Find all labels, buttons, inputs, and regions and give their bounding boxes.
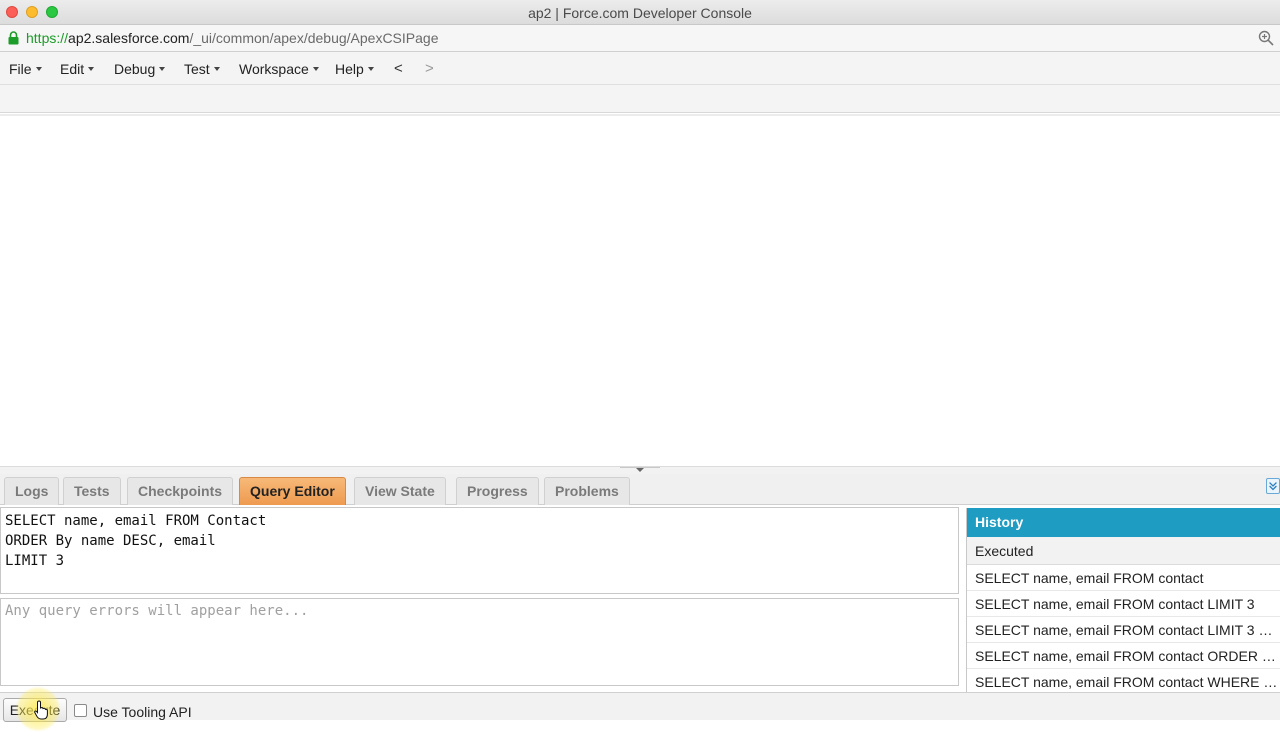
menu-debug[interactable]: Debug <box>114 61 166 77</box>
menu-help-label: Help <box>335 61 364 77</box>
history-item[interactable]: SELECT name, email FROM contact LIMIT 3 … <box>967 617 1280 643</box>
panel-splitter[interactable] <box>0 466 1280 474</box>
menu-edit-label: Edit <box>60 61 85 77</box>
window-titlebar: ap2 | Force.com Developer Console <box>0 0 1280 25</box>
collapse-panel-icon[interactable] <box>1266 478 1280 494</box>
query-input[interactable]: SELECT name, email FROM Contact ORDER By… <box>0 507 959 594</box>
address-bar[interactable]: https://ap2.salesforce.com/_ui/common/ap… <box>0 25 1280 52</box>
chevron-down-icon <box>367 67 374 72</box>
chevron-down-icon <box>312 67 319 72</box>
query-line: SELECT name, email FROM Contact <box>5 513 267 529</box>
query-line: LIMIT 3 <box>5 553 65 569</box>
chevron-down-icon <box>159 67 166 72</box>
chevron-down-icon <box>35 67 42 72</box>
url-text[interactable]: https://ap2.salesforce.com/_ui/common/ap… <box>26 30 438 46</box>
lock-icon <box>8 31 19 45</box>
menu-file-label: File <box>9 61 32 77</box>
tab-view-state[interactable]: View State <box>354 477 446 505</box>
chevron-down-icon <box>88 67 95 72</box>
editor-workspace[interactable] <box>0 116 1280 466</box>
hand-cursor-icon <box>34 700 48 720</box>
splitter-handle-icon[interactable] <box>620 467 660 473</box>
query-errors-output: Any query errors will appear here... <box>0 598 959 686</box>
tab-checkpoints[interactable]: Checkpoints <box>127 477 234 505</box>
tab-problems[interactable]: Problems <box>544 477 630 505</box>
bottom-panel-tabs: Logs Tests Checkpoints Query Editor View… <box>0 474 1280 505</box>
tab-logs[interactable]: Logs <box>4 477 60 505</box>
tab-progress[interactable]: Progress <box>456 477 539 505</box>
history-item[interactable]: SELECT name, email FROM contact ORDER BY… <box>967 643 1280 669</box>
history-item[interactable]: SELECT name, email FROM contact LIMIT 3 <box>967 591 1280 617</box>
window-title: ap2 | Force.com Developer Console <box>528 5 752 21</box>
menu-help[interactable]: Help <box>335 61 374 77</box>
menu-workspace-label: Workspace <box>239 61 309 77</box>
history-subheader: Executed <box>967 537 1280 565</box>
menu-file[interactable]: File <box>9 61 42 77</box>
query-line: ORDER By name DESC, email <box>5 533 216 549</box>
menu-debug-label: Debug <box>114 61 156 77</box>
url-scheme: https:// <box>26 30 69 46</box>
editor-toolbar <box>0 85 1280 113</box>
menu-bar: File Edit Debug Test Workspace Help < > <box>0 52 1280 85</box>
back-button[interactable]: < <box>394 60 403 77</box>
url-host: ap2.salesforce.com <box>68 30 190 46</box>
menu-edit[interactable]: Edit <box>60 61 95 77</box>
menu-test[interactable]: Test <box>184 61 220 77</box>
history-title: History <box>967 508 1280 537</box>
zoom-icon[interactable] <box>1258 30 1274 46</box>
menu-workspace[interactable]: Workspace <box>239 61 319 77</box>
chevron-down-icon <box>213 67 220 72</box>
history-panel: History Executed SELECT name, email FROM… <box>966 508 1280 695</box>
errors-placeholder: Any query errors will appear here... <box>5 603 309 619</box>
tab-tests[interactable]: Tests <box>63 477 121 505</box>
query-footer: Execute Use Tooling API <box>0 692 1280 722</box>
use-tooling-api-checkbox[interactable] <box>74 704 87 717</box>
history-item[interactable]: SELECT name, email FROM contact <box>967 565 1280 591</box>
tab-query-editor[interactable]: Query Editor <box>239 477 346 505</box>
url-path: /_ui/common/apex/debug/ApexCSIPage <box>189 30 439 46</box>
menu-test-label: Test <box>184 61 210 77</box>
use-tooling-api-label: Use Tooling API <box>93 704 192 720</box>
forward-button[interactable]: > <box>425 60 434 77</box>
